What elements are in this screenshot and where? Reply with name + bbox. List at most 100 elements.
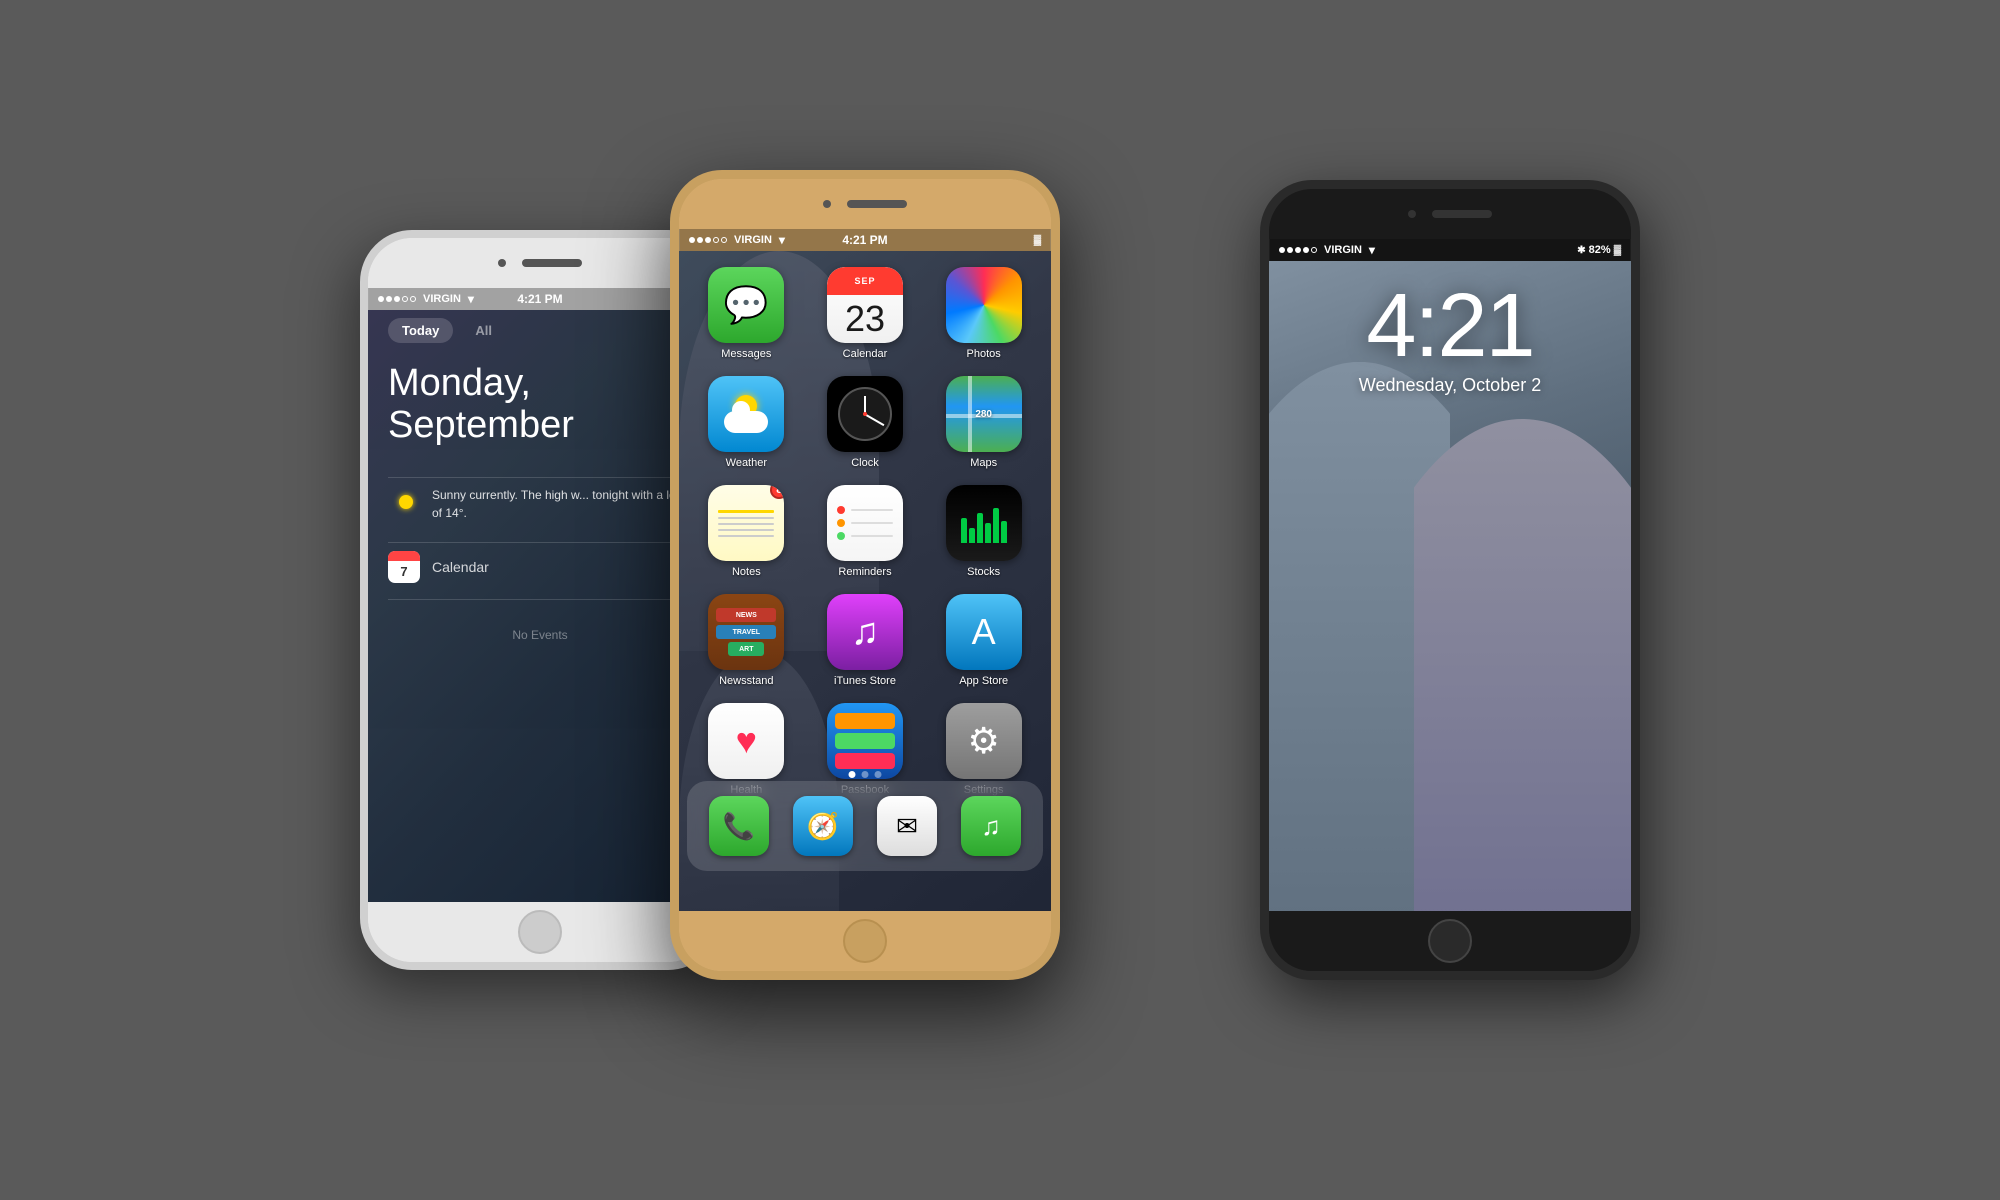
status-left-info: VIRGIN ▾ bbox=[378, 292, 474, 306]
carrier-right: VIRGIN bbox=[1324, 244, 1362, 256]
phone-right-screen: VIRGIN ▾ ✱ 82% ▓ bbox=[1269, 239, 1631, 911]
clock-minute-hand bbox=[865, 413, 885, 425]
itunes-app-icon: ♫ bbox=[827, 594, 903, 670]
maps-road-v bbox=[968, 376, 972, 452]
home-button-right[interactable] bbox=[1428, 919, 1472, 963]
dock-mail-icon: ✉ bbox=[896, 811, 918, 842]
reminder-line-1 bbox=[851, 509, 893, 511]
cal-bottom-num: 7 bbox=[388, 561, 420, 583]
reminders-app-icon bbox=[827, 485, 903, 561]
home-button-center[interactable] bbox=[843, 919, 887, 963]
weather-sun-icon bbox=[392, 488, 420, 516]
phone-center-bottom bbox=[679, 911, 1051, 971]
today-screen: Today All Monday, September Sunny curren… bbox=[368, 310, 712, 902]
appstore-label: App Store bbox=[959, 675, 1008, 687]
app-maps[interactable]: 280 Maps bbox=[932, 376, 1035, 469]
app-itunes[interactable]: ♫ iTunes Store bbox=[814, 594, 917, 687]
app-notes[interactable]: 8 Notes bbox=[695, 485, 798, 578]
phone-left: VIRGIN ▾ 4:21 PM ▓ Today All Monday, bbox=[360, 230, 720, 970]
wifi-left: ▾ bbox=[468, 292, 474, 306]
maps-app-icon: 280 bbox=[946, 376, 1022, 452]
calendar-small-icon: 7 bbox=[388, 551, 420, 583]
dock-safari-icon: 🧭 bbox=[807, 811, 839, 842]
weather-label: Weather bbox=[726, 457, 767, 469]
reminder-3 bbox=[837, 532, 893, 540]
status-bar-center: VIRGIN ▾ 4:21 PM ▓ bbox=[679, 229, 1051, 251]
app-reminders[interactable]: Reminders bbox=[814, 485, 917, 578]
notes-line-3 bbox=[718, 523, 774, 525]
weather-icon-cloud bbox=[724, 411, 768, 433]
home-button-left[interactable] bbox=[518, 910, 562, 954]
dock-phone[interactable]: 📞 bbox=[709, 796, 769, 856]
cal-top-red bbox=[388, 551, 420, 561]
app-appstore[interactable]: A App Store bbox=[932, 594, 1035, 687]
status-bar-right: VIRGIN ▾ ✱ 82% ▓ bbox=[1269, 239, 1631, 261]
status-center-left: VIRGIN ▾ bbox=[689, 233, 785, 247]
page-dots bbox=[849, 771, 882, 778]
reminder-2 bbox=[837, 519, 893, 527]
phone-right: VIRGIN ▾ ✱ 82% ▓ bbox=[1260, 180, 1640, 980]
phone-center-top bbox=[679, 179, 1051, 229]
reminder-dot-1 bbox=[837, 506, 845, 514]
passbook-app-icon bbox=[827, 703, 903, 779]
clock-app-icon bbox=[827, 376, 903, 452]
stocks-bars bbox=[961, 503, 1007, 543]
weather-widget: Sunny currently. The high w... tonight w… bbox=[388, 486, 692, 522]
calendar-icon: SEP 23 bbox=[827, 267, 903, 343]
cal-month-header: SEP bbox=[827, 267, 903, 295]
app-newsstand[interactable]: NEWS TRAVEL ART Newsstand bbox=[695, 594, 798, 687]
signal-dot-2 bbox=[386, 296, 392, 302]
status-bar-left: VIRGIN ▾ 4:21 PM ▓ bbox=[368, 288, 712, 310]
health-app-icon: ♥ bbox=[708, 703, 784, 779]
page-dot-3 bbox=[875, 771, 882, 778]
notes-app-icon: 8 bbox=[708, 485, 784, 561]
dock-mail[interactable]: ✉ bbox=[877, 796, 937, 856]
appstore-logo: A bbox=[972, 611, 996, 653]
home-content: 💬 Messages SEP 23 Calendar bbox=[679, 251, 1051, 812]
signal-left bbox=[378, 296, 416, 302]
clock-face bbox=[838, 387, 892, 441]
app-messages[interactable]: 💬 Messages bbox=[695, 267, 798, 360]
messages-icon: 💬 bbox=[708, 267, 784, 343]
dock-music[interactable]: ♫ bbox=[961, 796, 1021, 856]
status-right-left: VIRGIN ▾ bbox=[1279, 243, 1375, 257]
reminder-line-3 bbox=[851, 535, 893, 537]
app-weather[interactable]: Weather bbox=[695, 376, 798, 469]
phone-right-bottom bbox=[1269, 911, 1631, 971]
time-left: 4:21 PM bbox=[517, 292, 562, 306]
calendar-widget-label: Calendar bbox=[432, 559, 489, 575]
tab-today[interactable]: Today bbox=[388, 318, 453, 343]
lock-time-display: 4:21 bbox=[1366, 281, 1533, 371]
front-camera-left bbox=[498, 259, 506, 267]
cal-day-number: 23 bbox=[845, 295, 885, 343]
app-photos[interactable]: Photos bbox=[932, 267, 1035, 360]
app-clock[interactable]: Clock bbox=[814, 376, 917, 469]
reminder-1 bbox=[837, 506, 893, 514]
speaker-center bbox=[847, 200, 907, 208]
reminder-dot-3 bbox=[837, 532, 845, 540]
maps-label-text: 280 bbox=[975, 409, 992, 420]
today-tabs: Today All bbox=[388, 318, 692, 343]
clock-center bbox=[863, 412, 867, 416]
stock-bar-6 bbox=[1001, 521, 1007, 543]
phone-left-top bbox=[368, 238, 712, 288]
newsstand-travel: TRAVEL bbox=[716, 625, 776, 639]
tab-all[interactable]: All bbox=[461, 318, 506, 343]
phone-center-screen: VIRGIN ▾ 4:21 PM ▓ bbox=[679, 229, 1051, 911]
speaker-left bbox=[522, 259, 582, 267]
stock-bar-3 bbox=[977, 513, 983, 543]
settings-gear-icon: ⚙ bbox=[968, 720, 1000, 762]
app-stocks[interactable]: Stocks bbox=[932, 485, 1035, 578]
reminder-line-2 bbox=[851, 522, 893, 524]
notes-lines bbox=[708, 498, 784, 549]
photos-label: Photos bbox=[967, 348, 1001, 360]
notes-line-4 bbox=[718, 529, 774, 531]
app-calendar[interactable]: SEP 23 Calendar bbox=[814, 267, 917, 360]
phone-left-screen: VIRGIN ▾ 4:21 PM ▓ Today All Monday, bbox=[368, 288, 712, 902]
dock-safari[interactable]: 🧭 bbox=[793, 796, 853, 856]
newsstand-art: ART bbox=[728, 642, 764, 656]
app-grid: 💬 Messages SEP 23 Calendar bbox=[691, 259, 1039, 804]
lock-content: 4:21 Wednesday, October 2 bbox=[1269, 261, 1631, 406]
carrier-left: VIRGIN bbox=[423, 293, 461, 305]
dock: 📞 🧭 ✉ ♫ bbox=[687, 781, 1043, 871]
